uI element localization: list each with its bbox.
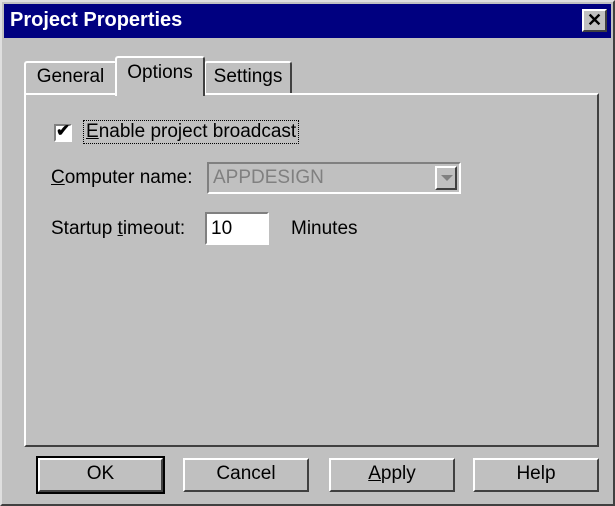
tab-settings-label: Settings xyxy=(213,66,283,87)
title-bar[interactable]: Project Properties ✕ xyxy=(4,4,611,38)
timeout-unit-label: Minutes xyxy=(291,218,358,239)
enable-broadcast-label[interactable]: Enable project broadcast xyxy=(82,120,300,144)
checkmark-icon: ✔ xyxy=(56,121,71,140)
computer-name-select[interactable]: APPDESIGN xyxy=(207,162,461,194)
apply-button[interactable]: Apply xyxy=(329,458,455,492)
tab-general[interactable]: General xyxy=(24,61,117,93)
tab-settings[interactable]: Settings xyxy=(204,61,292,93)
computer-name-value: APPDESIGN xyxy=(213,167,324,188)
options-panel: ✔ Enable project broadcast Computer name… xyxy=(24,93,599,447)
help-button[interactable]: Help xyxy=(473,458,599,492)
cancel-button[interactable]: Cancel xyxy=(183,458,309,492)
ok-button[interactable]: OK xyxy=(36,456,165,494)
project-properties-dialog: Project Properties ✕ General Settings Op… xyxy=(0,0,615,506)
startup-timeout-input[interactable] xyxy=(205,212,269,245)
dropdown-arrow-icon[interactable] xyxy=(435,166,457,190)
computer-name-label: Computer name: xyxy=(51,167,193,188)
close-icon[interactable]: ✕ xyxy=(582,9,607,32)
startup-timeout-label: Startup timeout: xyxy=(51,218,186,239)
tab-general-label: General xyxy=(36,66,105,87)
tab-options[interactable]: Options xyxy=(115,56,205,96)
enable-broadcast-checkbox[interactable]: ✔ xyxy=(54,121,72,142)
tab-options-label: Options xyxy=(127,62,193,83)
window-title: Project Properties xyxy=(10,9,183,31)
